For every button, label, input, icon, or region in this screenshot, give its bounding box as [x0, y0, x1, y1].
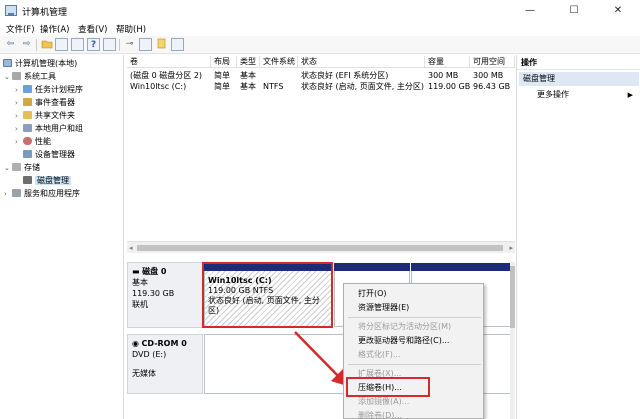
actions-header: 操作 — [517, 55, 640, 70]
actions-section-disk-management[interactable]: 磁盘管理 — [519, 72, 639, 86]
menu-item-add-mirror[interactable]: 添加镜像(A)... — [344, 395, 485, 409]
menu-item-delete-volume[interactable]: 删除卷(D)... — [344, 409, 485, 419]
menu-item-open[interactable]: 打开(O) — [344, 287, 485, 301]
menu-item-explorer[interactable]: 资源管理器(E) — [344, 301, 485, 315]
menu-item-mark-active[interactable]: 将分区标记为活动分区(M) — [344, 320, 485, 334]
actions-pane: 操作 磁盘管理 更多操作 ▶ — [516, 55, 640, 419]
more-actions-label: 更多操作 — [537, 90, 569, 99]
context-menu: 打开(O) 资源管理器(E) 将分区标记为活动分区(M) 更改驱动器号和路径(C… — [343, 283, 484, 419]
menu-item-format[interactable]: 格式化(F)... — [344, 348, 485, 362]
submenu-arrow-icon: ▶ — [627, 91, 633, 99]
more-actions[interactable]: 更多操作 ▶ — [537, 88, 637, 102]
highlight-shrink-volume — [346, 377, 430, 397]
menu-item-change-drive-letter[interactable]: 更改驱动器号和路径(C)... — [344, 334, 485, 348]
